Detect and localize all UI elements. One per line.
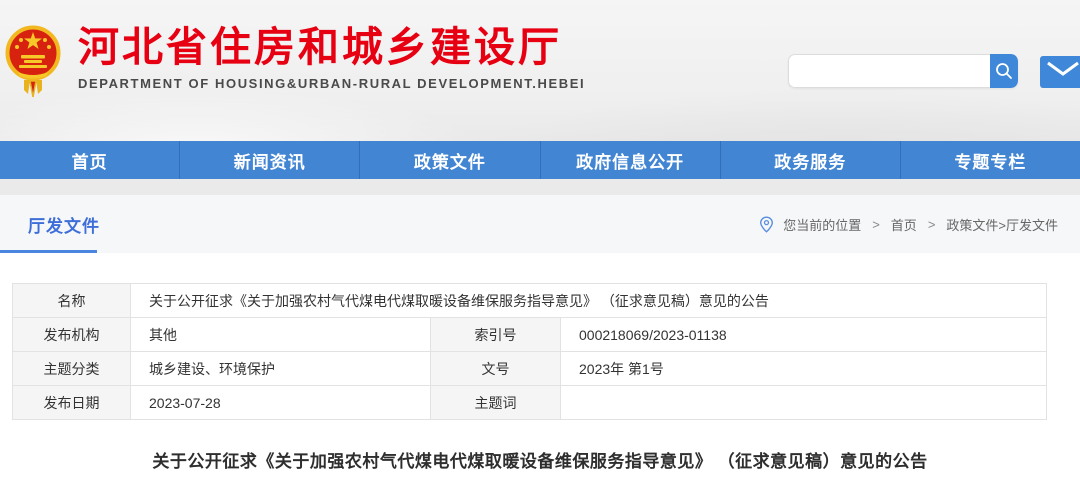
document-metadata-table: 名称 关于公开征求《关于加强农村气代煤电代煤取暖设备维保服务指导意见》 （征求意… [12, 283, 1047, 420]
location-pin-icon [759, 216, 774, 233]
field-value-index-number: 000218069/2023-01138 [561, 318, 1047, 352]
site-subtitle: DEPARTMENT OF HOUSING&URBAN-RURAL DEVELO… [78, 76, 585, 91]
mail-icon [1046, 61, 1080, 83]
article-title: 关于公开征求《关于加强农村气代煤电代煤取暖设备维保服务指导意见》 （征求意见稿）… [0, 447, 1080, 472]
breadcrumb-current[interactable]: 政策文件>厅发文件 [946, 215, 1058, 234]
field-label-publish-date: 发布日期 [13, 386, 131, 420]
field-label-topic-category: 主题分类 [13, 352, 131, 386]
breadcrumb: 您当前的位置 > 首页 > 政策文件>厅发文件 [759, 215, 1058, 234]
site-title: 河北省住房和城乡建设厅 [78, 26, 585, 69]
main-content: 名称 关于公开征求《关于加强农村气代煤电代煤取暖设备维保服务指导意见》 （征求意… [0, 253, 1080, 472]
breadcrumb-prefix: 您当前的位置 [783, 215, 861, 234]
field-label-name: 名称 [13, 284, 131, 318]
field-value-publish-date: 2023-07-28 [131, 386, 431, 420]
breadcrumb-separator: > [928, 217, 936, 232]
tab-department-documents[interactable]: 厅发文件 [28, 212, 100, 237]
search-bar [788, 54, 1018, 88]
table-row: 主题分类 城乡建设、环境保护 文号 2023年 第1号 [13, 352, 1047, 386]
breadcrumb-home[interactable]: 首页 [891, 215, 917, 234]
nav-item-gov-info-disclosure[interactable]: 政府信息公开 [541, 141, 721, 179]
field-label-issuing-agency: 发布机构 [13, 318, 131, 352]
search-icon [994, 61, 1014, 81]
search-button[interactable] [990, 54, 1018, 88]
field-value-issuing-agency: 其他 [131, 318, 431, 352]
nav-item-gov-services[interactable]: 政务服务 [721, 141, 901, 179]
nav-item-home[interactable]: 首页 [0, 141, 180, 179]
field-value-topic-category: 城乡建设、环境保护 [131, 352, 431, 386]
mail-button[interactable] [1040, 56, 1080, 88]
field-label-document-number: 文号 [431, 352, 561, 386]
nav-item-policy-documents[interactable]: 政策文件 [360, 141, 540, 179]
table-row: 发布机构 其他 索引号 000218069/2023-01138 [13, 318, 1047, 352]
header-nav-gap [0, 179, 1080, 195]
main-nav: 首页 新闻资讯 政策文件 政府信息公开 政务服务 专题专栏 [0, 141, 1080, 179]
nav-item-news[interactable]: 新闻资讯 [180, 141, 360, 179]
field-value-keywords [561, 386, 1047, 420]
field-label-index-number: 索引号 [431, 318, 561, 352]
nav-item-special-topics[interactable]: 专题专栏 [901, 141, 1080, 179]
field-value-document-number: 2023年 第1号 [561, 352, 1047, 386]
table-row: 名称 关于公开征求《关于加强农村气代煤电代煤取暖设备维保服务指导意见》 （征求意… [13, 284, 1047, 318]
national-emblem-logo [4, 20, 62, 98]
table-row: 发布日期 2023-07-28 主题词 [13, 386, 1047, 420]
site-header: 河北省住房和城乡建设厅 DEPARTMENT OF HOUSING&URBAN-… [0, 0, 1080, 141]
tab-active-underline [0, 250, 97, 253]
brand-text: 河北省住房和城乡建设厅 DEPARTMENT OF HOUSING&URBAN-… [78, 20, 585, 91]
site-brand: 河北省住房和城乡建设厅 DEPARTMENT OF HOUSING&URBAN-… [4, 20, 585, 98]
field-label-keywords: 主题词 [431, 386, 561, 420]
field-value-name: 关于公开征求《关于加强农村气代煤电代煤取暖设备维保服务指导意见》 （征求意见稿）… [131, 284, 1047, 318]
search-input[interactable] [788, 54, 990, 88]
breadcrumb-separator: > [872, 217, 880, 232]
section-header: 厅发文件 您当前的位置 > 首页 > 政策文件>厅发文件 [0, 195, 1080, 253]
